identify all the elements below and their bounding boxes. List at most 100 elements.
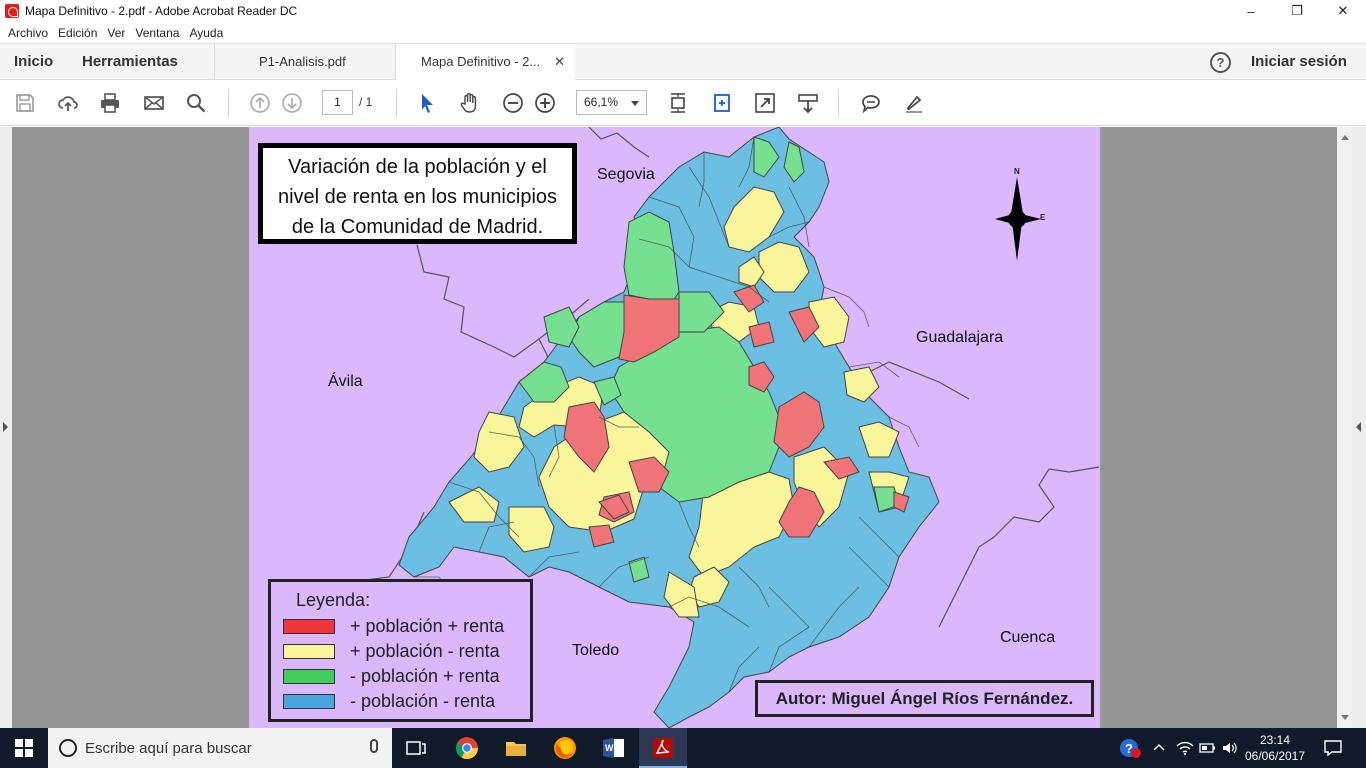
firefox-icon[interactable] [541, 728, 589, 768]
zoom-level-dropdown[interactable]: 66,1% [576, 90, 647, 115]
full-screen-icon[interactable] [754, 92, 776, 114]
legend-title: Leyenda: [296, 590, 371, 610]
page-number-input[interactable]: 1 [322, 90, 353, 115]
notifications-icon[interactable] [1323, 728, 1343, 768]
search-placeholder: Escribe aquí para buscar [85, 739, 252, 757]
scroll-down-icon[interactable] [1341, 715, 1349, 720]
highlight-pen-icon[interactable] [903, 92, 925, 114]
wifi-icon[interactable] [1176, 728, 1194, 768]
legend-swatch-red [283, 618, 335, 634]
region-label-toledo: Toledo [572, 642, 620, 659]
map-title: Variación de la población y el nivel de … [258, 143, 577, 244]
menu-ayuda[interactable]: Ayuda [184, 26, 228, 40]
help-notification-icon[interactable]: ? [1118, 736, 1142, 760]
map-title-line-3: de la Comunidad de Madrid. [291, 216, 544, 238]
right-panel-toggle[interactable] [1352, 127, 1366, 728]
hand-tool-icon[interactable] [459, 92, 481, 114]
compass-north-label: N [1014, 167, 1020, 176]
menu-ventana[interactable]: Ventana [130, 26, 184, 40]
save-icon[interactable] [14, 92, 36, 114]
window-title: Mapa Definitivo - 2.pdf - Adobe Acrobat … [25, 4, 298, 18]
tab-inicio[interactable]: Inicio [14, 44, 53, 80]
tab-herramientas[interactable]: Herramientas [82, 44, 178, 80]
legend-item: - población + renta [283, 666, 500, 686]
restore-button[interactable]: ❐ [1274, 0, 1320, 22]
page-total: / 1 [359, 95, 373, 109]
comment-icon[interactable] [860, 92, 882, 114]
file-explorer-icon[interactable] [492, 728, 540, 768]
legend-label: + población - renta [350, 640, 500, 661]
minimize-button[interactable]: – [1228, 0, 1274, 22]
toolbar-separator [838, 89, 839, 117]
legend-label: - población + renta [350, 665, 500, 686]
next-page-icon[interactable] [281, 92, 303, 114]
close-button[interactable]: ✕ [1320, 0, 1366, 22]
legend-label: + población + renta [350, 615, 505, 636]
help-icon[interactable]: ? [1210, 52, 1231, 73]
select-tool-icon[interactable] [416, 92, 438, 114]
tab-p1-analisis[interactable]: P1-Analisis.pdf [214, 44, 395, 80]
legend-swatch-green [283, 668, 335, 684]
title-bar: Mapa Definitivo - 2.pdf - Adobe Acrobat … [0, 0, 1366, 22]
chevron-left-icon [1356, 422, 1361, 432]
sign-in-button[interactable]: Iniciar sesión [1251, 44, 1347, 80]
map-title-line-1: Variación de la población y el [288, 156, 547, 178]
legend-swatch-yellow [283, 643, 335, 659]
word-icon[interactable]: W [590, 728, 638, 768]
chrome-icon[interactable] [443, 728, 491, 768]
legend-item: - población - renta [283, 691, 495, 711]
clock-date: 06/06/2017 [1244, 749, 1306, 763]
region-label-guadalajara: Guadalajara [916, 329, 1004, 346]
previous-page-icon[interactable] [249, 92, 271, 114]
menu-bar: Archivo Edición Ver Ventana Ayuda [0, 22, 1366, 43]
zoom-value: 66,1% [584, 95, 619, 109]
pdf-page: Variación de la población y el nivel de … [249, 127, 1100, 728]
tab-close-icon[interactable]: ✕ [554, 44, 565, 80]
chevron-down-icon [631, 101, 639, 106]
tab-bar: Inicio Herramientas P1-Analisis.pdf Mapa… [0, 43, 1366, 81]
email-icon[interactable] [143, 92, 165, 114]
taskbar-search[interactable]: Escribe aquí para buscar [48, 728, 392, 768]
read-mode-icon[interactable] [797, 92, 819, 114]
acrobat-icon [5, 4, 19, 18]
acrobat-taskbar-icon[interactable] [639, 728, 687, 768]
cortana-icon [59, 739, 77, 757]
scroll-up-icon[interactable] [1341, 135, 1349, 140]
compass-rose-icon: N E [991, 167, 1047, 264]
start-button[interactable] [0, 728, 48, 768]
tab-mapa-definitivo[interactable]: Mapa Definitivo - 2... ✕ [395, 44, 575, 81]
rotate-icon[interactable] [711, 92, 733, 114]
tab-label: Mapa Definitivo - 2... [421, 54, 541, 69]
region-label-cuenca: Cuenca [1000, 629, 1056, 646]
region-label-avila: Ávila [328, 373, 363, 390]
map-legend: Leyenda: + población + renta + población… [268, 579, 533, 722]
chevron-right-icon [3, 422, 8, 432]
cloud-upload-icon[interactable] [57, 92, 79, 114]
volume-icon[interactable] [1221, 728, 1239, 768]
menu-ver[interactable]: Ver [102, 26, 130, 40]
menu-edicion[interactable]: Edición [53, 26, 102, 40]
windows-taskbar: Escribe aquí para buscar W ? 23:14 06/06… [0, 728, 1366, 768]
document-viewer[interactable]: Variación de la población y el nivel de … [0, 127, 1366, 728]
compass-east-label: E [1040, 213, 1046, 222]
menu-archivo[interactable]: Archivo [3, 26, 53, 40]
map-title-line-2: nivel de renta en los municipios [277, 186, 558, 208]
fit-page-icon[interactable] [667, 92, 689, 114]
toolbar-separator [396, 89, 397, 117]
microphone-icon[interactable] [370, 739, 378, 753]
left-panel-toggle[interactable] [0, 127, 12, 728]
zoom-out-icon[interactable] [502, 92, 524, 114]
legend-label: - población - renta [350, 690, 496, 711]
battery-icon[interactable] [1199, 728, 1217, 768]
show-hidden-icons-icon[interactable] [1152, 728, 1166, 768]
search-icon[interactable] [185, 92, 207, 114]
clock-time: 23:14 [1259, 733, 1291, 747]
task-view-icon[interactable] [392, 728, 440, 768]
print-icon[interactable] [99, 92, 121, 114]
zoom-in-icon[interactable] [534, 92, 556, 114]
windows-logo-icon [15, 739, 33, 757]
svg-text:W: W [605, 743, 614, 753]
clock[interactable]: 23:14 06/06/2017 [1243, 732, 1307, 764]
author-credit: Autor: Miguel Ángel Ríos Fernández. [755, 680, 1094, 717]
vertical-scrollbar[interactable] [1337, 127, 1352, 728]
